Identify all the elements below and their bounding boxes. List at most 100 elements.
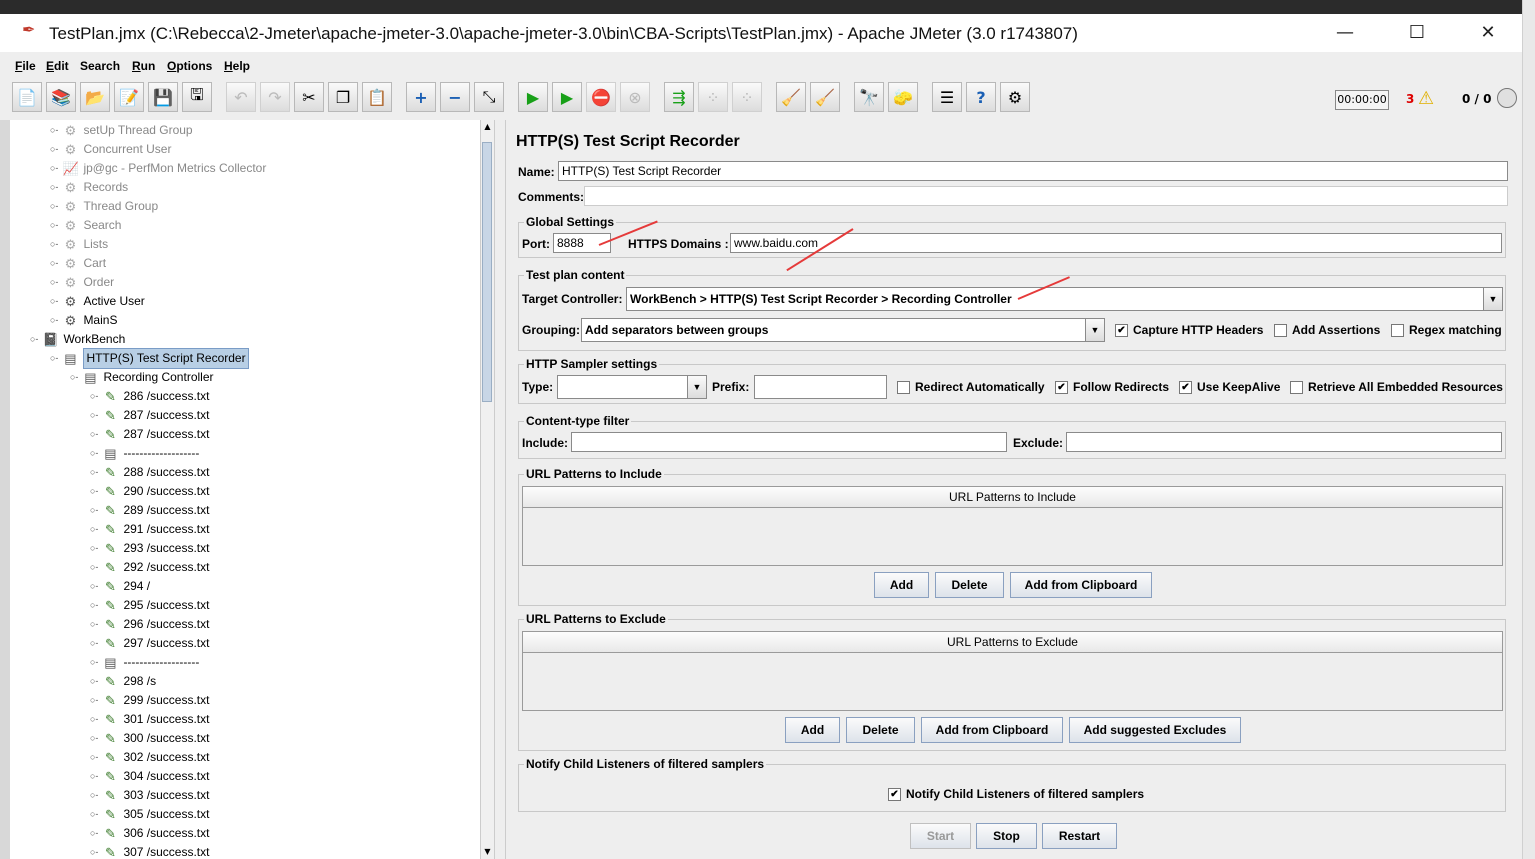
scroll-up-icon[interactable]: ▲ — [481, 120, 494, 134]
tree-node[interactable]: ○- ✎ 287 /success.txt — [90, 406, 209, 425]
tree-expander-icon[interactable]: ○- — [90, 710, 98, 729]
tree-expander-icon[interactable]: ○- — [50, 311, 58, 330]
templates-icon[interactable]: 📚 — [46, 82, 76, 112]
menu-file[interactable]: File — [15, 59, 36, 73]
add-assertions-checkbox[interactable]: Add Assertions — [1274, 323, 1380, 337]
include-field[interactable] — [571, 432, 1007, 452]
cut-icon[interactable]: ✂ — [294, 82, 324, 112]
menu-help[interactable]: Help — [224, 59, 250, 73]
tree-node[interactable]: ○- ✎ 301 /success.txt — [90, 710, 209, 729]
url-exclude-table[interactable]: URL Patterns to Exclude — [522, 631, 1503, 711]
regex-matching-checkbox[interactable]: Regex matching — [1391, 323, 1502, 337]
tree-node[interactable]: ○- ⚙ Concurrent User — [50, 140, 171, 159]
tree-expander-icon[interactable]: ○- — [50, 178, 58, 197]
undo-icon[interactable]: ↶ — [226, 82, 256, 112]
checkbox-checked-icon[interactable]: ✔ — [1055, 380, 1068, 394]
exclude-add-button[interactable]: Add — [785, 717, 840, 743]
tree-node[interactable]: ○- ✎ 287 /success.txt — [90, 425, 209, 444]
tree-node[interactable]: ○- ⚙ Cart — [50, 254, 106, 273]
use-keepalive-checkbox[interactable]: ✔ Use KeepAlive — [1179, 380, 1280, 394]
tree-expander-icon[interactable]: ○- — [90, 463, 98, 482]
tree-expander-icon[interactable]: ○- — [90, 824, 98, 843]
scrollbar-thumb[interactable] — [482, 142, 492, 402]
tree-expander-icon[interactable]: ○- — [50, 292, 58, 311]
tree-node[interactable]: ○- ⚙ setUp Thread Group — [50, 121, 193, 140]
tree-expander-icon[interactable]: ○- — [90, 406, 98, 425]
open-icon[interactable]: 📂 — [80, 82, 110, 112]
chevron-down-icon[interactable]: ▼ — [687, 376, 706, 398]
checkbox-icon[interactable] — [1391, 323, 1404, 337]
tree-node[interactable]: ○- ⚙ Active User — [50, 292, 145, 311]
tree-expander-icon[interactable]: ○- — [90, 596, 98, 615]
tree-expander-icon[interactable]: ○- — [90, 444, 98, 463]
chevron-down-icon[interactable]: ▼ — [1483, 288, 1502, 310]
save-icon[interactable]: 💾 — [148, 82, 178, 112]
tree-expander-icon[interactable]: ○- — [50, 140, 58, 159]
grouping-select[interactable]: Add separators between groups ▼ — [581, 318, 1105, 342]
target-controller-select[interactable]: WorkBench > HTTP(S) Test Script Recorder… — [626, 287, 1503, 311]
copy-icon[interactable]: ❐ — [328, 82, 358, 112]
notify-child-listeners-checkbox[interactable]: ✔ Notify Child Listeners of filtered samp… — [888, 787, 1144, 801]
scroll-down-icon[interactable]: ▼ — [481, 845, 494, 859]
menu-run[interactable]: Run — [132, 59, 155, 73]
checkbox-icon[interactable] — [1290, 380, 1303, 394]
name-field[interactable]: HTTP(S) Test Script Recorder — [558, 161, 1508, 181]
exclude-delete-button[interactable]: Delete — [846, 717, 915, 743]
tree-expander-icon[interactable]: ○- — [90, 729, 98, 748]
tree-expander-icon[interactable]: ○- — [50, 254, 58, 273]
tree-node[interactable]: ○- ▤ ------------------- — [90, 444, 199, 463]
restart-button[interactable]: Restart — [1042, 823, 1117, 849]
start-no-pauses-icon[interactable]: ▶ — [552, 82, 582, 112]
comments-field[interactable] — [584, 186, 1508, 206]
tree-node[interactable]: ○- ✎ 305 /success.txt — [90, 805, 209, 824]
tree-node[interactable]: ○- ✎ 300 /success.txt — [90, 729, 209, 748]
tree-node[interactable]: ○- ▤ Recording Controller — [70, 368, 214, 387]
tree-node[interactable]: ○- ✎ 302 /success.txt — [90, 748, 209, 767]
tree-node[interactable]: ○- ✎ 299 /success.txt — [90, 691, 209, 710]
minimize-button[interactable]: — — [1322, 18, 1368, 48]
tree-expander-icon[interactable]: ○- — [90, 615, 98, 634]
tree-scrollbar[interactable]: ▲ ▼ — [480, 120, 494, 859]
checkbox-icon[interactable] — [897, 380, 910, 394]
follow-redirects-checkbox[interactable]: ✔ Follow Redirects — [1055, 380, 1169, 394]
tree-expander-icon[interactable]: ○- — [50, 235, 58, 254]
tree-expander-icon[interactable]: ○- — [90, 843, 98, 859]
tree-expander-icon[interactable]: ○- — [50, 273, 58, 292]
tree-expander-icon[interactable]: ○- — [90, 748, 98, 767]
tree-node[interactable]: ○- ✎ 290 /success.txt — [90, 482, 209, 501]
tree-expander-icon[interactable]: ○- — [90, 425, 98, 444]
tree-node[interactable]: ○- ✎ 294 / — [90, 577, 150, 596]
reset-search-icon[interactable]: 🧽 — [888, 82, 918, 112]
close-file-icon[interactable]: 📝 — [114, 82, 144, 112]
checkbox-checked-icon[interactable]: ✔ — [1115, 323, 1128, 337]
start-button[interactable]: Start — [910, 823, 971, 849]
chevron-down-icon[interactable]: ▼ — [1085, 319, 1104, 341]
tree-expander-icon[interactable]: ○- — [50, 121, 58, 140]
warning-icon[interactable]: ⚠ — [1418, 88, 1434, 109]
tree-node[interactable]: ○- 📈 jp@gc - PerfMon Metrics Collector — [50, 159, 266, 178]
tree-expander-icon[interactable]: ○- — [90, 501, 98, 520]
tree-node[interactable]: ○- ✎ 288 /success.txt — [90, 463, 209, 482]
tree-node[interactable]: ○- ▤ HTTP(S) Test Script Recorder — [50, 348, 249, 369]
shutdown-icon[interactable]: ⊗ — [620, 82, 650, 112]
tree-node[interactable]: ○- ✎ 304 /success.txt — [90, 767, 209, 786]
collapse-all-icon[interactable]: − — [440, 82, 470, 112]
start-icon[interactable]: ▶ — [518, 82, 548, 112]
remote-shutdown-icon[interactable]: ⁘ — [732, 82, 762, 112]
redo-icon[interactable]: ↷ — [260, 82, 290, 112]
checkbox-checked-icon[interactable]: ✔ — [888, 787, 901, 801]
tree-node[interactable]: ○- 📓 WorkBench — [30, 330, 125, 349]
tree-expander-icon[interactable]: ○- — [90, 767, 98, 786]
tree-expander-icon[interactable]: ○- — [90, 805, 98, 824]
tree-node[interactable]: ○- ⚙ Lists — [50, 235, 108, 254]
tree-expander-icon[interactable]: ○- — [30, 330, 38, 349]
exclude-field[interactable] — [1066, 432, 1502, 452]
clear-all-icon[interactable]: 🧹 — [810, 82, 840, 112]
tree-node[interactable]: ○- ✎ 307 /success.txt — [90, 843, 209, 859]
close-button[interactable]: ✕ — [1465, 18, 1511, 48]
tree-expander-icon[interactable]: ○- — [70, 368, 78, 387]
clear-icon[interactable]: 🧹 — [776, 82, 806, 112]
test-plan-tree[interactable]: ○- ⚙ setUp Thread Group ○- ⚙ Concurrent User ○… — [10, 120, 480, 859]
tree-node[interactable]: ○- ⚙ Search — [50, 216, 121, 235]
tree-expander-icon[interactable]: ○- — [50, 349, 58, 368]
